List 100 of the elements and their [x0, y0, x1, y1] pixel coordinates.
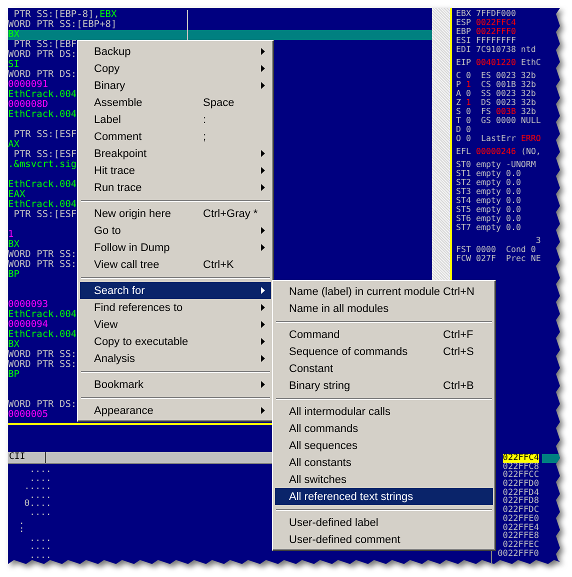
register-line: S 0 FS 003B 32b — [456, 107, 537, 116]
menu-item[interactable]: New origin here Ctrl+Gray * — [80, 205, 271, 222]
menu-item[interactable]: Name (label) in current module Ctrl+N — [275, 283, 493, 300]
dump-line: .... — [28, 474, 52, 484]
code-line: PTR SS:[EBF — [12, 40, 77, 50]
dump-line: . — [18, 518, 24, 526]
register-line: FST 0000 Cond 0 — [456, 245, 537, 254]
code-line: BX — [8, 240, 20, 250]
dump-line: .... — [28, 543, 52, 552]
menu-item[interactable]: Backup — [80, 43, 271, 60]
menu-item[interactable]: Run trace — [80, 179, 271, 196]
stack-address: 022FFC8 — [502, 462, 539, 472]
register-line: EBX 7FFDF000 — [456, 9, 517, 18]
menu-item[interactable]: Command Ctrl+F — [275, 326, 493, 343]
code-line: WORD PTR SS:[EBP+8] — [8, 20, 117, 30]
code-line: WORD PTR DS: — [8, 70, 77, 80]
code-line: .&msvcrt.sig — [8, 160, 77, 170]
menu-item[interactable]: Appearance — [80, 402, 271, 419]
dump-line: : — [18, 526, 24, 535]
menu-item[interactable]: User-defined comment — [275, 531, 493, 548]
stack-address: 022FFE8 — [502, 532, 539, 541]
code-line: EthCrack.004 — [8, 200, 77, 210]
code-line: PTR SS:[EBP-8],EBX — [12, 10, 117, 20]
register-line: ST6 empty 0.0 — [456, 214, 522, 223]
register-line: ESI FFFFFFFF — [456, 36, 517, 45]
column-header[interactable]: CII — [8, 452, 46, 463]
dump-line: .... — [30, 492, 52, 500]
menu-item[interactable]: Constant — [275, 360, 493, 377]
stack-address: 022FFEC — [502, 540, 539, 550]
menu-item[interactable]: All referenced text strings — [275, 488, 493, 505]
register-line: C 0 ES 0023 32b — [456, 71, 537, 80]
register-line: EBP 0022FFF0 — [456, 27, 517, 36]
code-line: PTR SS:[ESF — [12, 150, 77, 160]
menu-item[interactable]: View call tree Ctrl+K — [80, 256, 271, 273]
code-line: SI — [8, 60, 20, 70]
menu-item[interactable]: Assemble Space — [80, 94, 271, 111]
menu-item[interactable]: Binary — [80, 77, 271, 94]
menu-item[interactable]: Go to — [80, 222, 271, 239]
menu-item[interactable]: All switches — [275, 471, 493, 488]
dump-line: ..... — [23, 483, 52, 492]
dump-line: .... — [28, 508, 52, 518]
menu-item[interactable]: Hit trace — [80, 162, 271, 179]
code-line: 000008D — [8, 100, 48, 110]
code-line: BX — [8, 340, 20, 350]
menu-item[interactable]: Binary string Ctrl+B — [275, 377, 493, 394]
code-line: EthCrack.004 — [8, 90, 77, 100]
code-line: WORD PTR SS: — [8, 260, 77, 270]
menu-item[interactable]: Copy to executable — [80, 333, 271, 350]
register-line: EIP 00401220 EthC — [456, 58, 542, 67]
code-line: 0000091 — [8, 80, 48, 90]
stack-address: 022FFDC — [502, 506, 539, 515]
code-line: WORD PTR SS: — [8, 360, 77, 370]
code-line: BP — [8, 270, 20, 280]
menu-item[interactable]: Label : — [80, 111, 271, 128]
menu-item[interactable]: Comment ; — [80, 128, 271, 145]
menu-item[interactable]: Breakpoint — [80, 145, 271, 162]
register-line: Z 1 DS 0023 32b — [456, 98, 537, 107]
register-line: ST1 empty 0.0 — [456, 169, 522, 178]
register-line: ST7 empty 0.0 — [456, 223, 522, 232]
register-line: EDI 7C910738 ntd — [456, 45, 537, 54]
register-line: ST2 empty 0.0 — [456, 178, 522, 187]
menu-item[interactable]: All sequences — [275, 437, 493, 454]
menu-item[interactable]: Follow in Dump — [80, 239, 271, 256]
stack-address: 022FFE0 — [502, 514, 539, 524]
register-line: ST4 empty 0.0 — [456, 196, 522, 205]
menu-item[interactable]: Search for — [80, 282, 271, 299]
stack-address: 022FFD0 — [502, 480, 539, 489]
code-line: BP — [8, 370, 20, 380]
code-line: 1 — [8, 230, 14, 240]
register-line: ST5 empty 0.0 — [456, 205, 522, 214]
menu-item[interactable]: All commands — [275, 420, 493, 437]
dump-line: .... — [28, 466, 52, 475]
menu-item[interactable]: Sequence of commands Ctrl+S — [275, 343, 493, 360]
menu-item[interactable]: Name in all modules — [275, 300, 493, 317]
code-line: EthCrack.004 — [8, 110, 77, 120]
register-line: P 1 CS 001B 32b — [456, 80, 537, 89]
dump-line: .... — [28, 534, 52, 544]
register-line: T 0 GS 0000 NULL — [456, 116, 542, 125]
register-line: FCW 027F Prec NE — [456, 254, 542, 263]
register-line: ST3 empty 0.0 — [456, 187, 522, 196]
stack-address: 0022FFF0 — [498, 550, 539, 558]
code-line: BX — [8, 30, 20, 40]
stack-address: 022FFCC — [502, 471, 539, 480]
menu-item[interactable]: All intermodular calls — [275, 403, 493, 420]
menu-item[interactable]: User-defined label — [275, 514, 493, 531]
menu-item[interactable]: Find references to — [80, 299, 271, 316]
stack-address: 022FFC4 — [502, 454, 539, 463]
code-line: 0000005 — [8, 410, 48, 420]
register-line: D 0 — [456, 125, 472, 134]
menu-item[interactable]: View — [80, 316, 271, 333]
menu-item[interactable]: Copy — [80, 60, 271, 77]
code-line: PTR SS:[ESF — [12, 210, 77, 220]
register-line: A 0 SS 0023 32b — [456, 89, 537, 98]
menu-item[interactable]: Bookmark — [80, 376, 271, 393]
menu-item[interactable]: Analysis — [80, 350, 271, 367]
menu-item[interactable]: All constants — [275, 454, 493, 471]
stack-address: 022FFD8 — [502, 497, 539, 506]
register-line: EFL 00000246 (NO, — [456, 147, 542, 156]
dump-line: .... — [28, 552, 52, 561]
code-line: AX — [8, 140, 20, 150]
